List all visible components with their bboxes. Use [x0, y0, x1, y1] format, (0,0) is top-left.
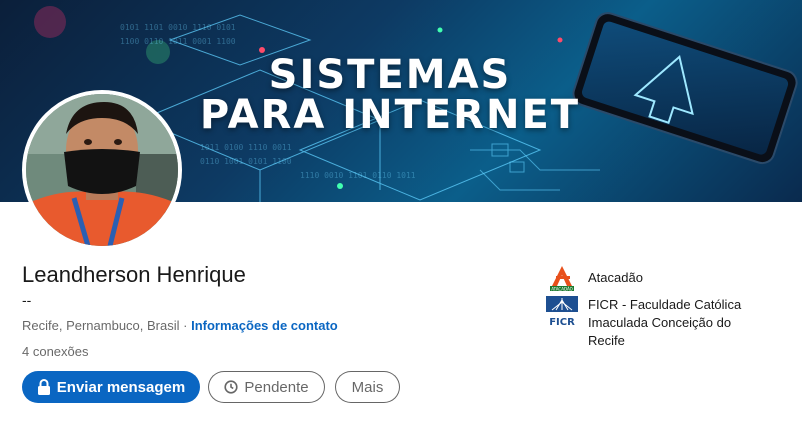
education-ficr[interactable]: FICR FICR - Faculdade Católica Imaculada…: [546, 296, 768, 350]
svg-text:0101 1101 0010 1110 0101: 0101 1101 0010 1110 0101: [120, 23, 236, 32]
connections-count[interactable]: 4 conexões: [22, 344, 89, 359]
location-row: Recife, Pernambuco, Brasil · Informações…: [22, 318, 338, 333]
company-name-atacadao: Atacadão: [588, 270, 643, 285]
svg-text:0110 1001 0101 1100: 0110 1001 0101 1100: [200, 157, 292, 166]
profile-location: Recife, Pernambuco, Brasil: [22, 318, 180, 333]
location-separator: ·: [183, 318, 188, 333]
company-atacadao[interactable]: ATACADÃO Atacadão: [546, 262, 768, 294]
more-label: Mais: [351, 378, 384, 396]
clock-icon: [224, 380, 238, 394]
svg-text:1110 0010 1101 0110 1011: 1110 0010 1101 0110 1011: [300, 171, 416, 180]
profile-avatar[interactable]: [22, 90, 182, 250]
lock-icon: [37, 379, 50, 395]
atacadao-logo-icon: ATACADÃO: [550, 266, 574, 291]
send-message-button[interactable]: Enviar mensagem: [22, 371, 200, 403]
profile-headline: --: [22, 292, 32, 308]
ficr-logo-icon: FICR: [546, 296, 578, 328]
pending-button[interactable]: Pendente: [208, 371, 325, 403]
more-button[interactable]: Mais: [335, 371, 400, 403]
svg-text:1100 0110 1011 0001 1100: 1100 0110 1011 0001 1100: [120, 37, 236, 46]
avatar-photo: [26, 94, 178, 246]
profile-name: Leandherson Henrique: [22, 262, 246, 287]
banner-title-line2: PARA INTERNET: [199, 92, 581, 138]
contact-info-link[interactable]: Informações de contato: [191, 318, 338, 333]
education-name-ficr: FICR - Faculdade Católica Imaculada Conc…: [588, 297, 742, 348]
svg-text:1011 0100 1110 0011: 1011 0100 1110 0011: [200, 143, 292, 152]
pending-label: Pendente: [244, 378, 309, 396]
send-message-label: Enviar mensagem: [56, 378, 186, 396]
atacadao-logo-text: ATACADÃO: [551, 286, 573, 291]
profile-card: 0101 1101 0010 1110 0101 1100 0110 1011 …: [0, 0, 802, 429]
ficr-logo-text: FICR: [549, 317, 575, 328]
